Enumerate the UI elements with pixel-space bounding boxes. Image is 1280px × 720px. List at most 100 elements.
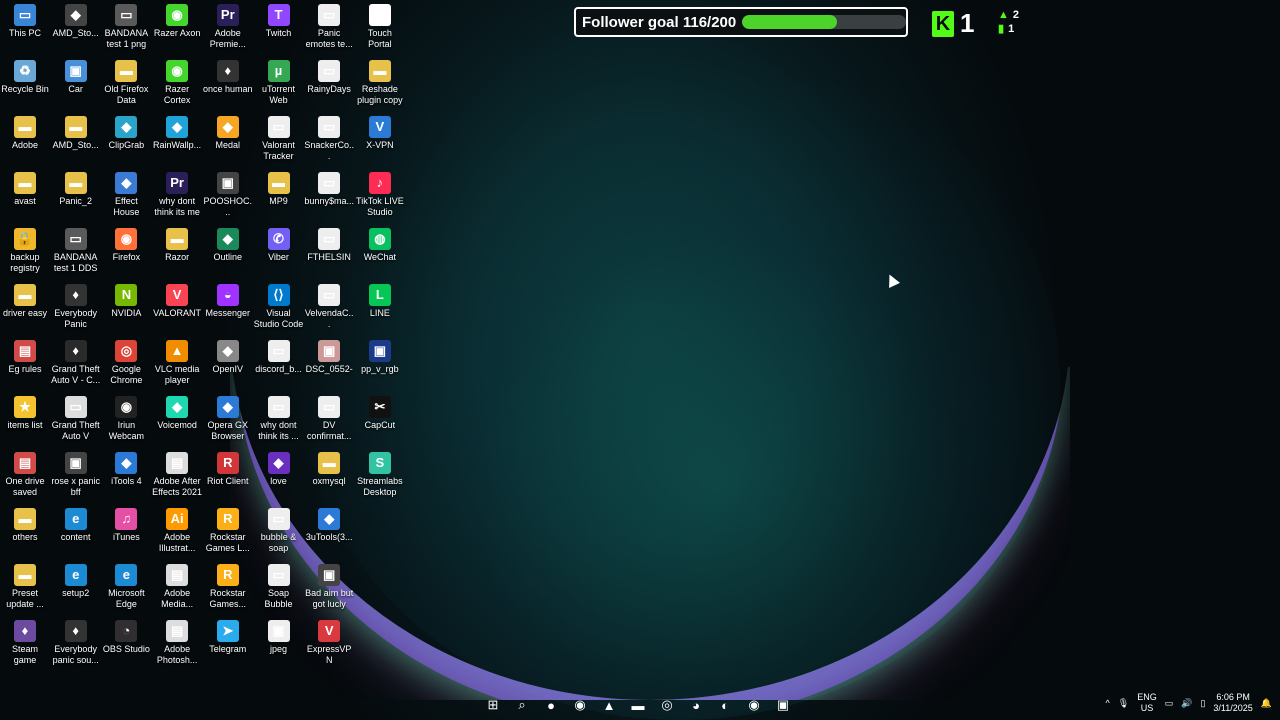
desktop-icon[interactable]: ▣ rose x panic bff bbox=[51, 448, 101, 504]
desktop-icon[interactable]: ◉ Iriun Webcam bbox=[101, 392, 151, 448]
desktop-icon[interactable]: ➤ Telegram bbox=[203, 616, 253, 672]
desktop-icon[interactable]: V ExpressVPN bbox=[304, 616, 354, 672]
desktop-icon[interactable]: V X-VPN bbox=[355, 112, 405, 168]
desktop-icon[interactable]: e content bbox=[51, 504, 101, 560]
speaker-icon[interactable]: 🔊 bbox=[1181, 698, 1192, 709]
desktop-icon[interactable]: ▣ POOSHOC... bbox=[203, 168, 253, 224]
desktop-icon[interactable]: ▬ Preset update ... bbox=[0, 560, 50, 616]
steam-icon[interactable]: ◉ bbox=[569, 694, 591, 716]
desktop-icon[interactable]: L LINE bbox=[355, 280, 405, 336]
desktop-icon[interactable]: ✆ Viber bbox=[254, 224, 304, 280]
edge-icon[interactable]: ◐ bbox=[714, 694, 736, 716]
chevron-up-icon[interactable]: ^ bbox=[1106, 698, 1110, 708]
desktop-icon[interactable]: ◆ ClipGrab bbox=[101, 112, 151, 168]
search-icon[interactable]: ⌕ bbox=[511, 694, 533, 716]
language-indicator[interactable]: ENG US bbox=[1137, 692, 1157, 714]
desktop-icon[interactable]: Pr why dont think its me bbox=[152, 168, 202, 224]
desktop-icon[interactable]: ◉ Razer Axon bbox=[152, 0, 202, 56]
desktop-icon[interactable]: ▭ Grand Theft Auto V bbox=[51, 392, 101, 448]
desktop-icon[interactable]: ♪ TikTok LIVE Studio bbox=[355, 168, 405, 224]
desktop-icon[interactable]: ▭ why dont think its ... bbox=[254, 392, 304, 448]
desktop-icon[interactable]: ▬ Adobe bbox=[0, 112, 50, 168]
desktop-icon[interactable]: ▭ BANDANA test 1 DDS bbox=[51, 224, 101, 280]
firefox-icon[interactable]: ● bbox=[540, 694, 562, 716]
windows-start-icon[interactable]: ⊞ bbox=[482, 694, 504, 716]
display-icon[interactable]: ▭ bbox=[1165, 698, 1174, 709]
desktop-icon[interactable]: ▤ Eg rules bbox=[0, 336, 50, 392]
desktop-icon[interactable]: ▬ Panic_2 bbox=[51, 168, 101, 224]
desktop-icon[interactable]: ▤ Adobe Photosh... bbox=[152, 616, 202, 672]
desktop-icon[interactable]: ◔ OBS Studio bbox=[101, 616, 151, 672]
desktop-icon[interactable]: R Rockstar Games... bbox=[203, 560, 253, 616]
notification-bell-icon[interactable]: 🔔 bbox=[1261, 698, 1272, 709]
desktop-icon[interactable]: ▤ Adobe Media... bbox=[152, 560, 202, 616]
file-explorer-icon[interactable]: ▬ bbox=[627, 694, 649, 716]
desktop-icon[interactable]: ♦ Everybody panic sou... bbox=[51, 616, 101, 672]
desktop-icon[interactable]: ▣ jpeg bbox=[254, 616, 304, 672]
desktop-icon[interactable]: e Microsoft Edge bbox=[101, 560, 151, 616]
desktop-icon[interactable]: ▭ RainyDays bbox=[304, 56, 354, 112]
desktop-icon[interactable]: ▬ Old Firefox Data bbox=[101, 56, 151, 112]
desktop-icon[interactable]: ◆ Outline bbox=[203, 224, 253, 280]
desktop-icon[interactable]: ★ items list bbox=[0, 392, 50, 448]
app-icon[interactable]: ▲ bbox=[598, 694, 620, 716]
desktop-icon[interactable]: ▭ SnackerCo... bbox=[304, 112, 354, 168]
desktop-icon[interactable]: R Riot Client bbox=[203, 448, 253, 504]
desktop-icon[interactable]: ▬ MP9 bbox=[254, 168, 304, 224]
desktop-icon[interactable]: ▬ oxmysql bbox=[304, 448, 354, 504]
desktop-icon[interactable]: ◆ Touch Portal bbox=[355, 0, 405, 56]
desktop-icon[interactable]: R Rockstar Games L... bbox=[203, 504, 253, 560]
desktop-icon[interactable]: ♦ Grand Theft Auto V - C... bbox=[51, 336, 101, 392]
discord-icon[interactable]: ◕ bbox=[685, 694, 707, 716]
desktop-icon[interactable]: ▬ Razor bbox=[152, 224, 202, 280]
desktop-icon[interactable]: T Twitch bbox=[254, 0, 304, 56]
desktop-icon[interactable]: Ai Adobe Illustrat... bbox=[152, 504, 202, 560]
desktop-icon[interactable]: ▤ One drive saved bbox=[0, 448, 50, 504]
desktop-icon[interactable]: µ uTorrent Web bbox=[254, 56, 304, 112]
clock[interactable]: 6:06 PM 3/11/2025 bbox=[1213, 692, 1252, 714]
desktop-icon[interactable]: ▬ AMD_Sto... bbox=[51, 112, 101, 168]
desktop-icon[interactable]: S Streamlabs Desktop bbox=[355, 448, 405, 504]
desktop-icon[interactable]: ◆ Medal bbox=[203, 112, 253, 168]
desktop-icon[interactable]: ▭ discord_b... bbox=[254, 336, 304, 392]
desktop-icon[interactable]: ◆ love bbox=[254, 448, 304, 504]
desktop-icon[interactable]: ▭ VelvendaC... bbox=[304, 280, 354, 336]
desktop-icon[interactable]: ◆ Opera GX Browser bbox=[203, 392, 253, 448]
desktop-icon[interactable]: ▣ Car bbox=[51, 56, 101, 112]
desktop-icon[interactable]: ♫ iTunes bbox=[101, 504, 151, 560]
desktop-icon[interactable]: ▬ avast bbox=[0, 168, 50, 224]
desktop-icon[interactable]: ▭ Valorant Tracker bbox=[254, 112, 304, 168]
desktop-icon[interactable]: ◎ Google Chrome bbox=[101, 336, 151, 392]
desktop-icon[interactable]: ◆ AMD_Sto... bbox=[51, 0, 101, 56]
desktop-icon[interactable]: V VALORANT bbox=[152, 280, 202, 336]
desktop-icon[interactable]: ✂ CapCut bbox=[355, 392, 405, 448]
desktop-icon[interactable]: ▬ others bbox=[0, 504, 50, 560]
desktop-icon[interactable]: ▭ This PC bbox=[0, 0, 50, 56]
desktop-icon[interactable]: 🔒 backup registry bbox=[0, 224, 50, 280]
desktop-icon[interactable]: ▣ pp_v_rgb bbox=[355, 336, 405, 392]
desktop-icon[interactable]: ▲ VLC media player bbox=[152, 336, 202, 392]
desktop-icon[interactable]: e setup2 bbox=[51, 560, 101, 616]
desktop-icon[interactable]: ▭ FTHELSIN bbox=[304, 224, 354, 280]
desktop-icon[interactable]: ◆ Voicemod bbox=[152, 392, 202, 448]
desktop-icon[interactable]: ▬ Reshade plugin copy bbox=[355, 56, 405, 112]
desktop-icon[interactable]: ◆ Effect House bbox=[101, 168, 151, 224]
desktop-icon[interactable]: ▭ DV confirmat... bbox=[304, 392, 354, 448]
desktop-icon[interactable]: ▭ Panic emotes te... bbox=[304, 0, 354, 56]
desktop-icon[interactable]: ◆ RainWallp... bbox=[152, 112, 202, 168]
desktop-icon[interactable]: ▭ Soap Bubble bbox=[254, 560, 304, 616]
battery-icon[interactable]: ▯ bbox=[1200, 698, 1205, 709]
desktop-icon[interactable]: ▭ bunny$ma... bbox=[304, 168, 354, 224]
desktop-icon[interactable]: ◆ OpenIV bbox=[203, 336, 253, 392]
desktop-icon[interactable]: ▤ Adobe After Effects 2021 bbox=[152, 448, 202, 504]
desktop-icon[interactable]: ◍ WeChat bbox=[355, 224, 405, 280]
desktop-icon[interactable]: ♦ Everybody Panic bbox=[51, 280, 101, 336]
app-icon[interactable]: ◎ bbox=[656, 694, 678, 716]
desktop-icon[interactable]: ◉ Razer Cortex bbox=[152, 56, 202, 112]
desktop-icon[interactable]: ◆ 3uTools(3... bbox=[304, 504, 354, 560]
desktop-icon[interactable]: ◉ Firefox bbox=[101, 224, 151, 280]
desktop-icon[interactable]: ♻ Recycle Bin bbox=[0, 56, 50, 112]
app-icon[interactable]: ▣ bbox=[772, 694, 794, 716]
desktop-icon[interactable]: ♦ once human bbox=[203, 56, 253, 112]
steam-icon[interactable]: ◉ bbox=[743, 694, 765, 716]
